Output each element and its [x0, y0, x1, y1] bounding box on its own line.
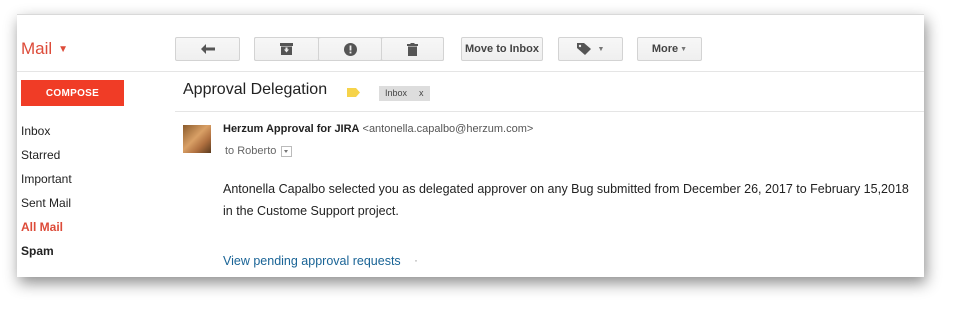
- remove-label-icon[interactable]: x: [419, 88, 424, 98]
- message-body: Antonella Capalbo selected you as delega…: [223, 178, 923, 222]
- labels-button[interactable]: ▼: [558, 37, 623, 61]
- archive-button[interactable]: [254, 37, 318, 61]
- recipient-line: to Roberto: [225, 145, 293, 157]
- recipient-label: to Roberto: [225, 145, 277, 157]
- sidebar-item-inbox[interactable]: Inbox: [21, 119, 72, 143]
- report-spam-button[interactable]: [319, 37, 381, 61]
- divider: [175, 111, 924, 112]
- delete-button[interactable]: [382, 37, 444, 61]
- toolbar: Mail ▼ Move to Inbox ▼ More ▼: [17, 27, 924, 72]
- archive-icon: [280, 43, 293, 55]
- app-switcher[interactable]: Mail ▼: [21, 39, 68, 59]
- sender-avatar: [183, 125, 211, 153]
- move-to-inbox-button[interactable]: Move to Inbox: [461, 37, 543, 61]
- trailing-dot: ·: [414, 253, 418, 267]
- more-label: More: [651, 43, 679, 55]
- important-marker-icon[interactable]: [347, 88, 360, 97]
- sender-email: <antonella.capalbo@herzum.com>: [362, 123, 534, 135]
- reply-icon: [200, 44, 215, 54]
- details-dropdown-icon[interactable]: [281, 145, 293, 157]
- label-chip-name: Inbox: [385, 88, 408, 98]
- sidebar-item-sent-mail[interactable]: Sent Mail: [21, 191, 72, 215]
- trash-icon: [407, 42, 418, 56]
- label-chip-inbox: Inbox x: [379, 86, 430, 101]
- mail-window: Mail ▼ Move to Inbox ▼ More ▼ COMPOSE In…: [17, 14, 924, 277]
- body-line: in the Custome Support project.: [223, 204, 399, 218]
- label-icon: [576, 43, 591, 55]
- sidebar-item-starred[interactable]: Starred: [21, 143, 72, 167]
- sidebar-item-all-mail[interactable]: All Mail: [21, 215, 72, 239]
- brand-label: Mail: [21, 39, 53, 58]
- chevron-down-icon: ▼: [597, 45, 605, 53]
- chevron-down-icon: ▼: [680, 45, 688, 53]
- more-button[interactable]: More ▼: [637, 37, 702, 61]
- body-line: Antonella Capalbo selected you as delega…: [223, 182, 909, 196]
- message-subject: Approval Delegation: [183, 81, 328, 98]
- sidebar-item-spam[interactable]: Spam: [21, 239, 72, 263]
- back-button[interactable]: [175, 37, 240, 61]
- compose-button[interactable]: COMPOSE: [21, 80, 124, 106]
- sender-name: Herzum Approval for JIRA: [223, 123, 360, 135]
- view-pending-requests-link[interactable]: View pending approval requests: [223, 254, 401, 268]
- sender-line: Herzum Approval for JIRA <antonella.capal…: [223, 123, 533, 135]
- report-spam-icon: [343, 42, 357, 56]
- sidebar-item-important[interactable]: Important: [21, 167, 72, 191]
- caret-down-icon: ▼: [58, 44, 69, 56]
- sidebar-nav: Inbox Starred Important Sent Mail All Ma…: [21, 119, 72, 263]
